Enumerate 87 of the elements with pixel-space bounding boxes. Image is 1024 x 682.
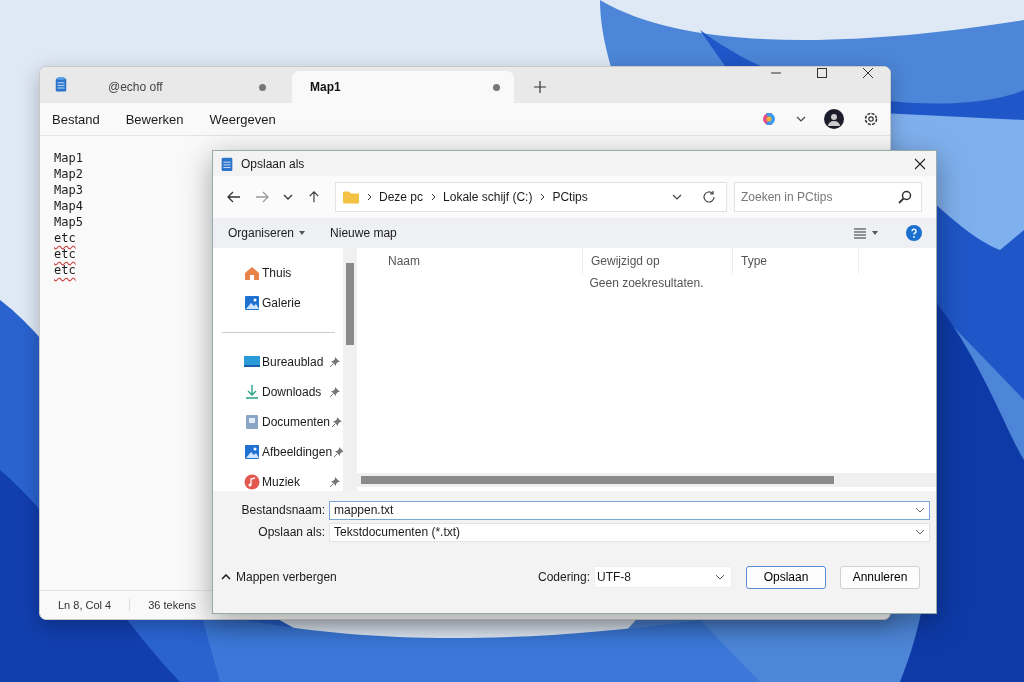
close-icon[interactable]: [862, 67, 874, 79]
nav-label: Afbeeldingen: [262, 445, 333, 459]
tab[interactable]: Map1: [292, 71, 514, 103]
text-line: Map5: [54, 214, 83, 230]
house-icon: [244, 265, 260, 281]
status-text: Ln 8, Col 4: [57, 599, 113, 611]
text-line: Map4: [54, 198, 83, 214]
nav-item[interactable]: Documenten: [213, 407, 343, 437]
text-line: Map1: [54, 150, 83, 166]
chevron-right-icon: [431, 193, 437, 201]
text-line: Map3: [54, 182, 83, 198]
download-icon: [244, 384, 260, 400]
nav-label: Thuis: [262, 266, 292, 280]
monitor-icon: [244, 354, 260, 370]
maximize-icon[interactable]: [816, 67, 828, 79]
nav-item[interactable]: Afbeeldingen: [213, 437, 343, 467]
scrollbar-thumb[interactable]: [361, 476, 834, 484]
help-icon[interactable]: [906, 225, 922, 241]
dialog-title: Opslaan als: [241, 156, 305, 171]
search-field[interactable]: Zoeken in PCtips: [734, 182, 922, 212]
close-icon[interactable]: [914, 157, 926, 170]
encoding-label: Codering:: [537, 570, 591, 584]
address-bar[interactable]: Deze pc Lokale schijf (C:) PCtips: [335, 182, 727, 212]
nav-label: Galerie: [262, 296, 301, 310]
file-type-dropdown[interactable]: Tekstdocumenten (*.txt): [329, 522, 930, 542]
column-header[interactable]: Gewijzigd op: [583, 248, 733, 274]
hide-folders-button[interactable]: Mappen verbergen: [221, 570, 337, 584]
chevron-down-icon[interactable]: [672, 194, 682, 200]
encoding-dropdown[interactable]: UTF-8: [594, 566, 732, 588]
nav-label: Downloads: [262, 385, 322, 399]
menu-item[interactable]: Bewerken: [125, 111, 184, 127]
field-label: Opslaan als:: [257, 525, 326, 539]
field-label: Bestandsnaam:: [240, 503, 326, 517]
nav-label: Bureaublad: [262, 355, 324, 369]
save-button[interactable]: Opslaan: [746, 565, 826, 589]
text-line: etc: [54, 230, 76, 246]
view-list-icon[interactable]: [853, 226, 867, 240]
chevron-down-icon[interactable]: [283, 194, 293, 200]
nav-item[interactable]: Downloads: [213, 377, 343, 407]
menu-item[interactable]: Bestand: [52, 111, 100, 127]
nav-label: Muziek: [262, 475, 300, 489]
chevron-up-icon: [221, 574, 231, 580]
filename-field[interactable]: mappen.txt: [329, 500, 930, 520]
chevron-down-icon: [915, 529, 925, 535]
image-icon: [244, 444, 260, 460]
avatar-icon[interactable]: [824, 109, 844, 129]
settings-icon[interactable]: [862, 110, 880, 128]
empty-message: Geen zoekresultaten.: [588, 276, 705, 292]
cancel-button[interactable]: Annuleren: [840, 565, 920, 589]
scrollbar-thumb[interactable]: [346, 263, 354, 345]
chevron-down-icon[interactable]: [796, 116, 806, 122]
tab[interactable]: @echo off: [90, 71, 280, 103]
tab-label: @echo off: [108, 80, 163, 94]
chevron-down-icon: [915, 507, 925, 513]
chevron-right-icon: [540, 193, 546, 201]
nav-item[interactable]: Galerie: [213, 288, 343, 318]
nav-item[interactable]: Thuis: [213, 258, 343, 288]
chevron-right-icon: [367, 193, 372, 201]
notepad-icon: [219, 155, 235, 172]
up-arrow-icon[interactable]: [307, 191, 321, 203]
breadcrumb-item[interactable]: Deze pc: [379, 190, 424, 204]
breadcrumb-item[interactable]: PCtips: [552, 190, 588, 204]
nav-item[interactable]: Muziek: [213, 467, 343, 497]
caret-icon: [299, 231, 306, 235]
refresh-icon[interactable]: [702, 190, 716, 204]
text-line: Map2: [54, 166, 83, 182]
new-folder-button[interactable]: Nieuwe map: [330, 226, 397, 240]
menu-item[interactable]: Weergeven: [209, 111, 276, 127]
copilot-icon[interactable]: [760, 110, 778, 128]
search-icon: [898, 190, 912, 204]
image-icon: [244, 295, 260, 311]
text-line: etc: [54, 246, 76, 262]
nav-item[interactable]: Bureaublad: [213, 347, 343, 377]
chevron-down-icon: [715, 574, 725, 580]
column-header[interactable]: Naam: [357, 248, 583, 274]
notepad-icon: [54, 76, 68, 93]
column-header[interactable]: Type: [733, 248, 859, 274]
folder-icon: [343, 189, 359, 205]
new-tab-icon[interactable]: [534, 81, 546, 93]
back-arrow-icon[interactable]: [227, 191, 241, 203]
text-line: etc: [54, 262, 76, 278]
tab-label: Map1: [310, 80, 341, 94]
nav-label: Documenten: [262, 415, 331, 429]
breadcrumb-item[interactable]: Lokale schijf (C:): [443, 190, 533, 204]
organize-menu[interactable]: Organiseren: [228, 226, 295, 240]
document-icon: [244, 414, 260, 430]
caret-icon[interactable]: [872, 231, 878, 235]
